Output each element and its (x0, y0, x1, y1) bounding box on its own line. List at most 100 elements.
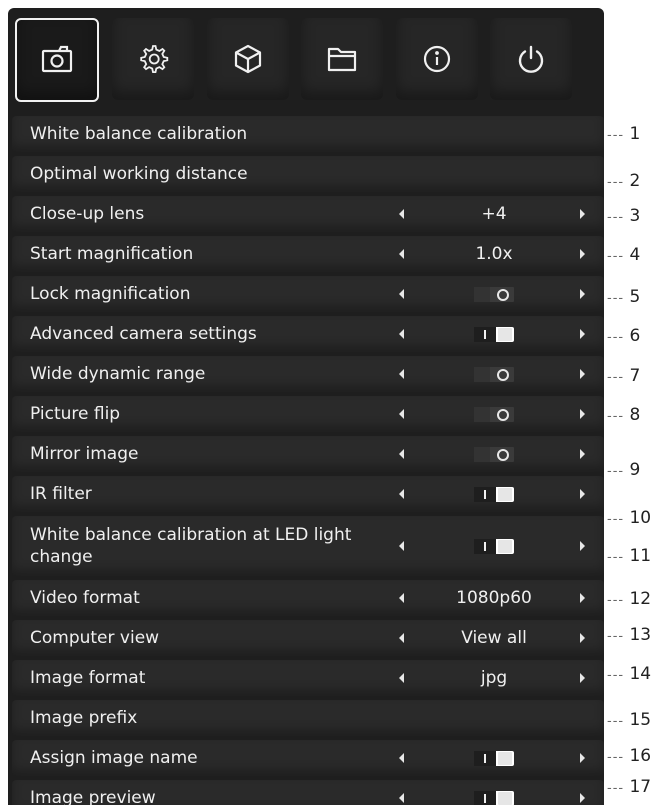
menu-item-label: Image format (30, 668, 146, 688)
menu-item-video-format[interactable]: Video format 1080p60 (12, 580, 604, 616)
menu-item-label: Computer view (30, 628, 160, 648)
menu-item-label: IR filter (30, 484, 92, 504)
menu-item-mirror-image[interactable]: Mirror image (12, 436, 604, 472)
tab-camera[interactable] (15, 18, 99, 102)
tab-power[interactable] (490, 18, 572, 100)
arrow-left-icon[interactable] (399, 489, 404, 499)
menu-item-label: Close-up lens (30, 204, 145, 224)
callout-10: --- 10 (607, 508, 652, 528)
menu-item-assign-image-name[interactable]: Assign image name (12, 740, 604, 776)
arrow-left-icon[interactable] (399, 289, 404, 299)
arrow-right-icon[interactable] (580, 329, 585, 339)
menu-item-label: Advanced camera settings (30, 324, 257, 344)
arrow-left-icon[interactable] (399, 541, 404, 551)
menu-item-image-prefix[interactable]: Image prefix (12, 700, 604, 736)
callout-16: --- 16 (607, 746, 652, 766)
menu-item-label: Wide dynamic range (30, 364, 206, 384)
settings-panel: White balance calibration Optimal workin… (8, 8, 604, 805)
callout-1: --- 1 (607, 124, 641, 144)
toggle-switch-off[interactable] (474, 446, 514, 462)
callout-6: --- 6 (607, 326, 641, 346)
menu-item-close-up-lens[interactable]: Close-up lens +4 (12, 196, 604, 232)
callout-9: --- 9 (607, 460, 641, 480)
toggle-switch-on[interactable] (474, 538, 514, 554)
menu-item-picture-flip[interactable]: Picture flip (12, 396, 604, 432)
arrow-left-icon[interactable] (399, 209, 404, 219)
folder-icon (327, 47, 357, 72)
arrow-right-icon[interactable] (580, 449, 585, 459)
toggle-switch-off[interactable] (474, 286, 514, 302)
menu-item-value: jpg (480, 668, 508, 688)
arrow-right-icon[interactable] (580, 753, 585, 763)
arrow-right-icon[interactable] (580, 289, 585, 299)
menu-item-ir-filter[interactable]: IR filter (12, 476, 604, 512)
menu-item-image-preview[interactable]: Image preview (12, 780, 604, 805)
menu-item-label: Assign image name (30, 748, 198, 768)
toggle-switch-on[interactable] (474, 750, 514, 766)
menu-item-value: 1080p60 (456, 588, 532, 608)
menu-item-label: Lock magnification (30, 284, 191, 304)
tab-bar (15, 18, 604, 110)
menu-item-label: White balance calibration at LED light c… (30, 525, 352, 567)
menu-item-label: Mirror image (30, 444, 139, 464)
tab-info[interactable] (396, 18, 478, 100)
callout-11: --- 11 (607, 546, 652, 566)
menu-item-computer-view[interactable]: Computer view View all (12, 620, 604, 656)
arrow-left-icon[interactable] (399, 249, 404, 259)
menu-item-label: Video format (30, 588, 140, 608)
callout-7: --- 7 (607, 366, 641, 386)
menu-item-label: Picture flip (30, 404, 121, 424)
cube-icon (234, 44, 262, 74)
arrow-left-icon[interactable] (399, 633, 404, 643)
menu-item-wide-dynamic-range[interactable]: Wide dynamic range (12, 356, 604, 392)
menu-item-image-format[interactable]: Image format jpg (12, 660, 604, 696)
info-icon (423, 45, 451, 73)
menu-item-label: Optimal working distance (30, 164, 248, 184)
menu-item-value: View all (461, 628, 527, 648)
tab-settings[interactable] (112, 18, 194, 100)
arrow-right-icon[interactable] (580, 793, 585, 803)
callout-15: --- 15 (607, 710, 652, 730)
toggle-switch-on[interactable] (474, 486, 514, 502)
menu-item-white-balance-calibration[interactable]: White balance calibration (12, 116, 604, 152)
arrow-left-icon[interactable] (399, 409, 404, 419)
menu-item-lock-magnification[interactable]: Lock magnification (12, 276, 604, 312)
callout-2: --- 2 (607, 171, 641, 191)
menu-item-label: White balance calibration (30, 124, 248, 144)
callout-12: --- 12 (607, 589, 652, 609)
arrow-left-icon[interactable] (399, 793, 404, 803)
menu-item-label: Start magnification (30, 244, 194, 264)
menu-item-wb-at-led-change[interactable]: White balance calibration at LED light c… (12, 516, 604, 576)
toggle-switch-on[interactable] (474, 326, 514, 342)
arrow-right-icon[interactable] (580, 209, 585, 219)
callout-13: --- 13 (607, 625, 652, 645)
arrow-right-icon[interactable] (580, 541, 585, 551)
arrow-right-icon[interactable] (580, 489, 585, 499)
tab-files[interactable] (301, 18, 383, 100)
arrow-right-icon[interactable] (580, 633, 585, 643)
menu-item-label: Image prefix (30, 708, 138, 728)
callout-14: --- 14 (607, 664, 652, 684)
arrow-left-icon[interactable] (399, 329, 404, 339)
menu-item-start-magnification[interactable]: Start magnification 1.0x (12, 236, 604, 272)
arrow-left-icon[interactable] (399, 673, 404, 683)
arrow-right-icon[interactable] (580, 593, 585, 603)
menu-item-value: 1.0x (475, 244, 513, 264)
arrow-right-icon[interactable] (580, 369, 585, 379)
arrow-left-icon[interactable] (399, 449, 404, 459)
gear-icon (140, 45, 169, 73)
toggle-switch-off[interactable] (474, 406, 514, 422)
menu-item-advanced-camera-settings[interactable]: Advanced camera settings (12, 316, 604, 352)
arrow-right-icon[interactable] (580, 249, 585, 259)
arrow-right-icon[interactable] (580, 409, 585, 419)
tab-3d[interactable] (207, 18, 289, 100)
menu-item-optimal-working-distance[interactable]: Optimal working distance (12, 156, 604, 192)
toggle-switch-off[interactable] (474, 366, 514, 382)
callout-17: --- 17 (607, 777, 652, 797)
arrow-left-icon[interactable] (399, 593, 404, 603)
callout-4: --- 4 (607, 245, 641, 265)
arrow-left-icon[interactable] (399, 753, 404, 763)
arrow-right-icon[interactable] (580, 673, 585, 683)
arrow-left-icon[interactable] (399, 369, 404, 379)
toggle-switch-on[interactable] (474, 790, 514, 805)
